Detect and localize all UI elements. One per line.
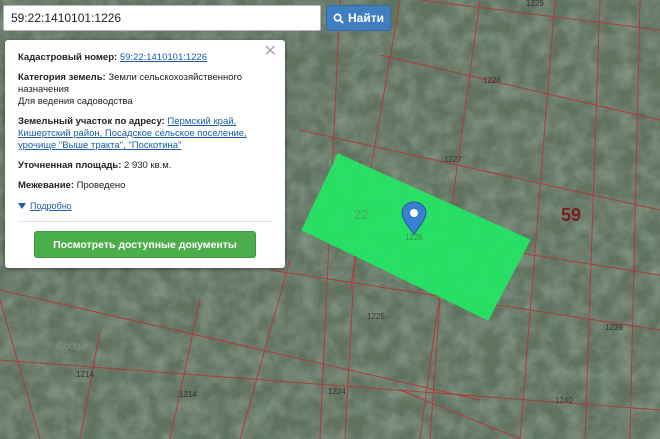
district-number-label: 22 [354,207,368,222]
search-button[interactable]: Найти [326,5,391,31]
parcel-info-popup: ✕ Кадастровый номер: 59:22:1410101:1226 … [5,40,285,268]
close-icon[interactable]: ✕ [264,44,277,60]
usage-value: Для ведения садоводства [18,96,133,107]
plot-label-1227: 1227 [444,155,462,164]
cadastral-row: Кадастровый номер: 59:22:1410101:1226 [18,52,272,64]
survey-label: Межевание: [18,180,74,191]
address-label: Земельный участок по адресу: [18,116,165,127]
address-row: Земельный участок по адресу: Пермский кр… [18,116,272,152]
search-button-label: Найти [348,11,384,25]
cadastral-label: Кадастровый номер: [18,52,118,63]
triangle-down-icon [18,203,26,209]
area-value: 2 930 кв.м. [124,160,172,171]
plot-label-1240: 1240 [555,396,573,405]
view-documents-button[interactable]: Посмотреть доступные документы [34,231,256,258]
plot-label-1214-a: 1214 [76,370,94,379]
survey-row: Межевание: Проведено [18,180,272,192]
plot-label-1224: 1224 [328,387,346,396]
category-row: Категория земель: Земли сельскохозяйстве… [18,72,272,108]
popup-divider [18,221,272,222]
quarter-number-label: 59 [561,205,581,225]
search-input[interactable] [3,5,321,31]
google-watermark: Google [56,341,89,352]
survey-value: Проведено [76,180,126,191]
plot-label-1239: 1239 [605,323,623,332]
cadastral-number-link[interactable]: 59:22:1410101:1226 [120,52,207,63]
details-link[interactable]: Подробно [30,200,72,212]
area-row: Уточненная площадь: 2 930 кв.м. [18,160,272,172]
search-icon [333,13,344,24]
plot-label-1225: 1225 [367,312,385,321]
category-label: Категория земель: [18,72,106,83]
area-label: Уточненная площадь: [18,160,122,171]
plot-label-1214-b: 1214 [179,390,197,399]
plot-label-1228: 1228 [483,76,501,85]
plot-label-1229: 1229 [526,0,544,8]
details-toggle[interactable]: Подробно [18,200,272,212]
